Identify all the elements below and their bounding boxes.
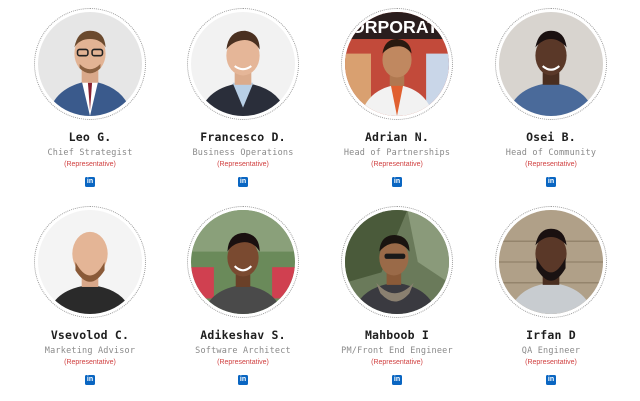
team-card-irfan: Irfan D QA Engineer (Representative) in [476, 206, 626, 385]
representative-badge: (Representative) [371, 359, 423, 366]
member-role: QA Engineer [521, 346, 581, 356]
profile-photo [495, 206, 607, 318]
team-card-vsevolod: Vsevolod C. Marketing Advisor (Represent… [15, 206, 165, 385]
profile-photo [187, 206, 299, 318]
member-role: Head of Partnerships [343, 148, 451, 158]
profile-photo [341, 206, 453, 318]
member-name: Osei B. [526, 130, 576, 144]
representative-badge: (Representative) [371, 161, 423, 168]
profile-photo [34, 206, 146, 318]
representative-badge: (Representative) [217, 359, 269, 366]
linkedin-icon[interactable]: in [85, 375, 95, 385]
representative-badge: (Representative) [217, 161, 269, 168]
linkedin-icon[interactable]: in [392, 177, 402, 187]
member-role: PM/Front End Engineer [341, 346, 453, 356]
linkedin-icon[interactable]: in [85, 177, 95, 187]
member-name: Adrian N. [364, 130, 430, 144]
member-name: Leo G. [68, 130, 112, 144]
team-card-adikeshav: Adikeshav S. Software Architect (Represe… [168, 206, 318, 385]
linkedin-icon[interactable]: in [238, 375, 248, 385]
profile-photo: ORPORATI [341, 8, 453, 120]
team-card-adrian: ORPORATI Adrian N. Head of Partnerships … [322, 8, 472, 187]
team-card-osei: Osei B. Head of Community (Representativ… [476, 8, 626, 187]
team-card-francesco: Francesco D. Business Operations (Repres… [168, 8, 318, 187]
member-role: Marketing Advisor [44, 346, 136, 356]
member-name: Francesco D. [200, 130, 286, 144]
team-card-mahboob: Mahboob I PM/Front End Engineer (Represe… [322, 206, 472, 385]
member-name: Mahboob I [364, 328, 430, 342]
member-role: Head of Community [505, 148, 597, 158]
linkedin-icon[interactable]: in [546, 177, 556, 187]
profile-photo [495, 8, 607, 120]
photo-banner-text: ORPORATI [351, 17, 443, 37]
profile-photo [187, 8, 299, 120]
representative-badge: (Representative) [64, 161, 116, 168]
member-role: Chief Strategist [47, 148, 133, 158]
member-role: Business Operations [192, 148, 294, 158]
team-card-leo: Leo G. Chief Strategist (Representative)… [15, 8, 165, 187]
representative-badge: (Representative) [64, 359, 116, 366]
member-name: Vsevolod C. [50, 328, 130, 342]
linkedin-icon[interactable]: in [238, 177, 248, 187]
linkedin-icon[interactable]: in [546, 375, 556, 385]
member-name: Irfan D [526, 328, 576, 342]
member-role: Software Architect [195, 346, 291, 356]
representative-badge: (Representative) [525, 359, 577, 366]
member-name: Adikeshav S. [200, 328, 286, 342]
representative-badge: (Representative) [525, 161, 577, 168]
linkedin-icon[interactable]: in [392, 375, 402, 385]
profile-photo [34, 8, 146, 120]
team-grid: Leo G. Chief Strategist (Representative)… [0, 0, 640, 401]
